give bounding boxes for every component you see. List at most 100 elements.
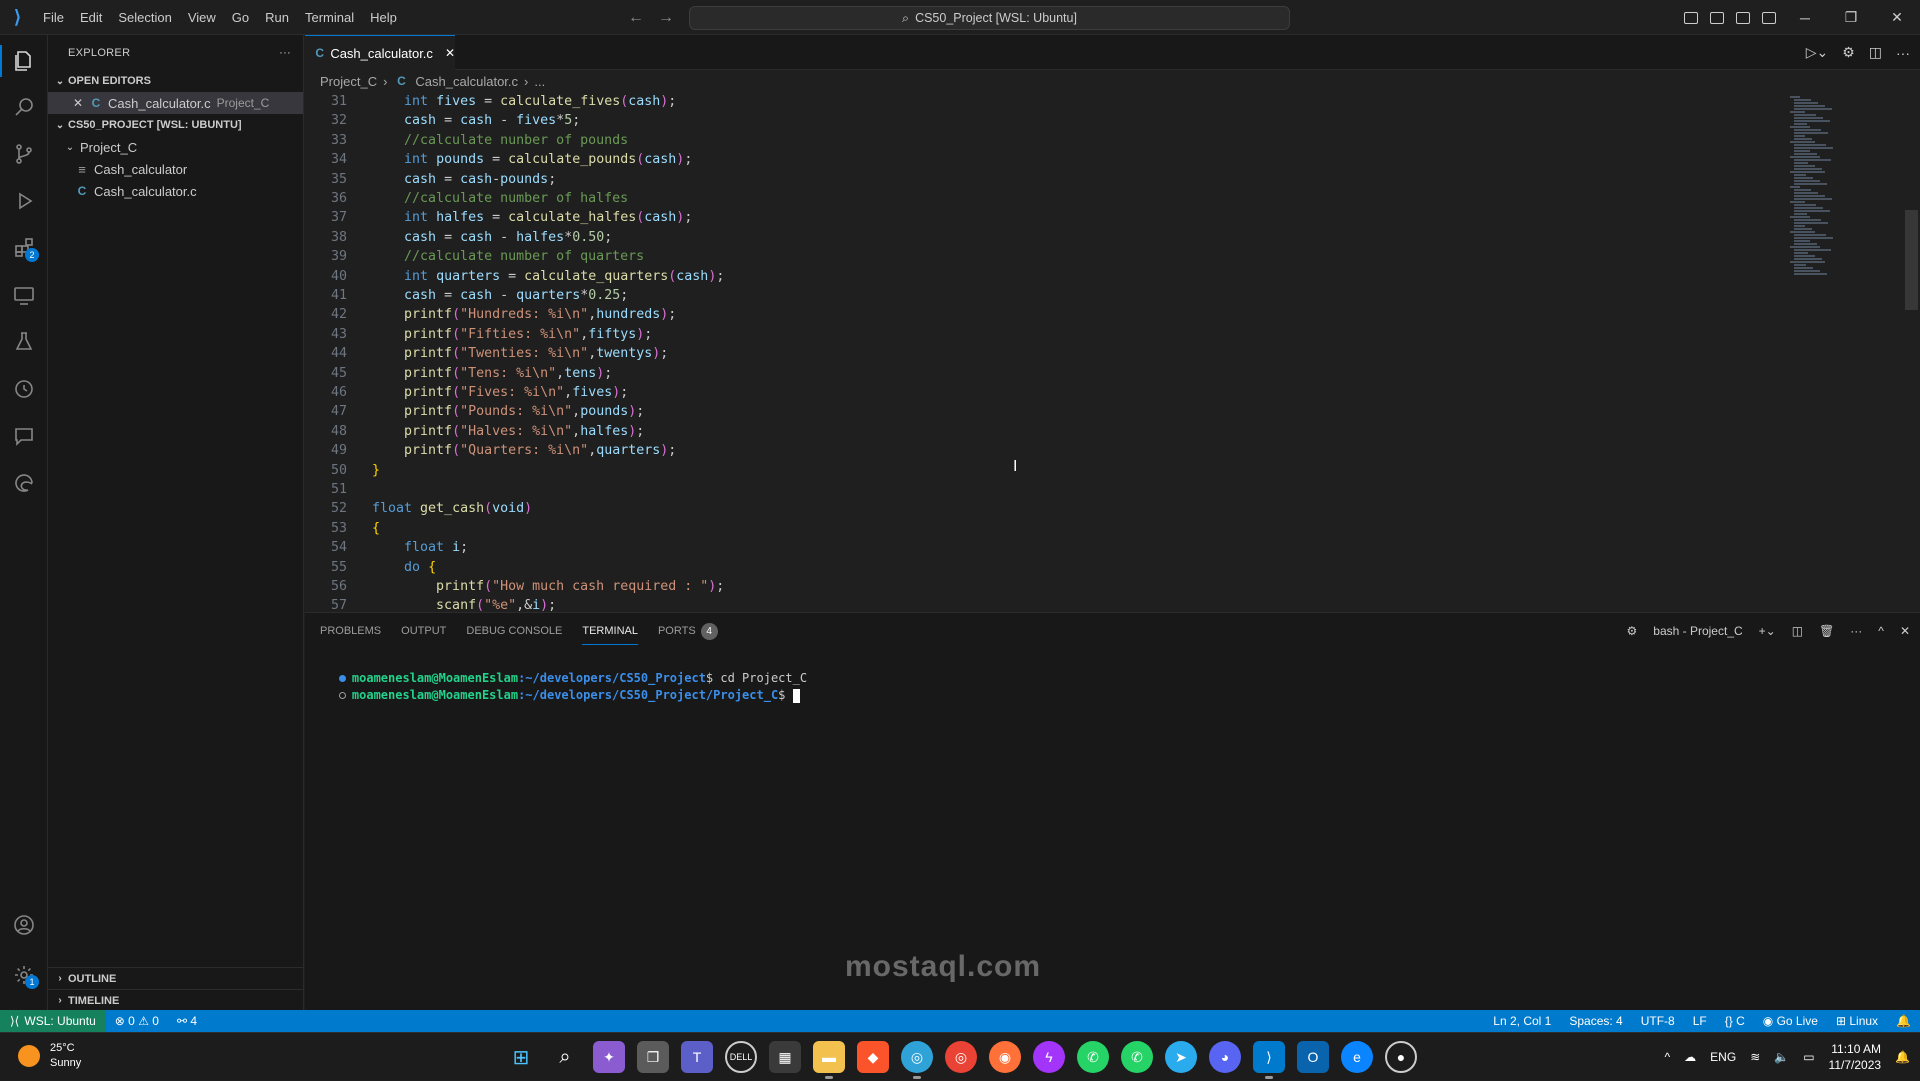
- tab-ports[interactable]: PORTS 4: [658, 613, 718, 649]
- toggle-sidebar-icon[interactable]: [1678, 0, 1704, 35]
- code-line[interactable]: 33 //calculate nunber of pounds: [305, 131, 1775, 150]
- edge-icon[interactable]: e: [1341, 1041, 1373, 1073]
- code-line[interactable]: 45 printf("Tens: %i\n",tens);: [305, 364, 1775, 383]
- code-text[interactable]: int fives = calculate_fives(cash);: [372, 92, 676, 111]
- code-line[interactable]: 37 int halfes = calculate_halfes(cash);: [305, 208, 1775, 227]
- clock[interactable]: 11:10 AM 11/7/2023: [1829, 1041, 1882, 1073]
- more-actions-icon[interactable]: ···: [1896, 45, 1910, 61]
- volume-icon[interactable]: 🔈: [1774, 1050, 1789, 1064]
- split-terminal-icon[interactable]: ◫: [1792, 624, 1803, 638]
- code-line[interactable]: 42 printf("Hundreds: %i\n",hundreds);: [305, 305, 1775, 324]
- terminal-name[interactable]: bash - Project_C: [1653, 624, 1742, 638]
- folder-project-c[interactable]: ⌄ Project_C: [48, 136, 303, 158]
- code-text[interactable]: cash = cash-pounds;: [372, 170, 556, 189]
- cursor-position[interactable]: Ln 2, Col 1: [1484, 1010, 1560, 1032]
- new-terminal-icon[interactable]: +⌄: [1759, 624, 1776, 638]
- code-text[interactable]: int quarters = calculate_quarters(cash);: [372, 267, 724, 286]
- code-line[interactable]: 36 //calculate number of halfes: [305, 189, 1775, 208]
- code-text[interactable]: printf("Fifties: %i\n",fiftys);: [372, 325, 652, 344]
- code-text[interactable]: printf("Quarters: %i\n",quarters);: [372, 441, 676, 460]
- store-icon[interactable]: ▦: [769, 1041, 801, 1073]
- breadcrumb-folder[interactable]: Project_C: [320, 74, 377, 89]
- editor-scrollbar[interactable]: [1905, 210, 1918, 310]
- code-line[interactable]: 48 printf("Halves: %i\n",halfes);: [305, 422, 1775, 441]
- code-line[interactable]: 55 do {: [305, 558, 1775, 577]
- code-line[interactable]: 31 int fives = calculate_fives(cash);: [305, 92, 1775, 111]
- close-panel-icon[interactable]: ✕: [1900, 624, 1910, 638]
- code-text[interactable]: //calculate nunber of pounds: [372, 131, 628, 150]
- code-text[interactable]: //calculate number of halfes: [372, 189, 628, 208]
- outline-section[interactable]: › OUTLINE: [48, 967, 304, 989]
- code-line[interactable]: 35 cash = cash-pounds;: [305, 170, 1775, 189]
- code-text[interactable]: int halfes = calculate_halfes(cash);: [372, 208, 692, 227]
- maximize-panel-icon[interactable]: ^: [1878, 624, 1884, 638]
- code-text[interactable]: printf("Halves: %i\n",halfes);: [372, 422, 644, 441]
- breadcrumb-symbol[interactable]: ...: [534, 74, 545, 89]
- whatsapp-beta-icon[interactable]: ✆: [1121, 1041, 1153, 1073]
- restore-icon[interactable]: ❐: [1828, 0, 1874, 35]
- code-text[interactable]: float i;: [372, 538, 468, 557]
- minimap[interactable]: [1790, 92, 1900, 612]
- menu-help[interactable]: Help: [362, 0, 405, 35]
- search-view-icon[interactable]: [0, 85, 48, 129]
- code-line[interactable]: 43 printf("Fifties: %i\n",fiftys);: [305, 325, 1775, 344]
- end-of-line[interactable]: LF: [1684, 1010, 1716, 1032]
- file-explorer-icon[interactable]: ▬: [813, 1041, 845, 1079]
- encoding[interactable]: UTF-8: [1632, 1010, 1684, 1032]
- code-line[interactable]: 38 cash = cash - halfes*0.50;: [305, 228, 1775, 247]
- file-cash-calculator[interactable]: ≡ Cash_calculator: [48, 158, 303, 180]
- terminal-line-2[interactable]: moameneslam@MoamenEslam:~/developers/CS5…: [310, 670, 800, 703]
- code-text[interactable]: scanf("%e",&i);: [372, 596, 556, 612]
- onedrive-icon[interactable]: ☁: [1684, 1050, 1696, 1064]
- code-editor[interactable]: 31 int fives = calculate_fives(cash); 32 …: [305, 92, 1775, 612]
- firefox-icon[interactable]: ◉: [989, 1041, 1021, 1073]
- breadcrumb-file[interactable]: Cash_calculator.c: [415, 74, 518, 89]
- code-text[interactable]: printf("Hundreds: %i\n",hundreds);: [372, 305, 676, 324]
- vscode-taskbar-icon[interactable]: ⟩: [1253, 1041, 1285, 1079]
- menu-go[interactable]: Go: [224, 0, 257, 35]
- menu-edit[interactable]: Edit: [72, 0, 110, 35]
- task-view-icon[interactable]: ❐: [637, 1041, 669, 1073]
- code-text[interactable]: cash = cash - fives*5;: [372, 111, 580, 130]
- workspace-section[interactable]: ⌄ CS50_PROJECT [WSL: UBUNTU]: [48, 114, 303, 136]
- menu-view[interactable]: View: [180, 0, 224, 35]
- code-text[interactable]: }: [372, 461, 380, 480]
- manage-gear-icon[interactable]: 1: [0, 953, 48, 997]
- menu-selection[interactable]: Selection: [110, 0, 179, 35]
- code-line[interactable]: 34 int pounds = calculate_pounds(cash);: [305, 150, 1775, 169]
- code-line[interactable]: 41 cash = cash - quarters*0.25;: [305, 286, 1775, 305]
- menu-file[interactable]: File: [35, 0, 72, 35]
- code-text[interactable]: cash = cash - halfes*0.50;: [372, 228, 612, 247]
- file-cash-calculator-c[interactable]: C Cash_calculator.c: [48, 180, 303, 202]
- sidebar-more-actions[interactable]: ···: [279, 47, 291, 59]
- toggle-panel-icon[interactable]: [1704, 0, 1730, 35]
- wifi-icon[interactable]: ≋: [1750, 1050, 1760, 1064]
- code-line[interactable]: 51: [305, 480, 1775, 499]
- code-text[interactable]: int pounds = calculate_pounds(cash);: [372, 150, 692, 169]
- language-mode[interactable]: {} C: [1716, 1010, 1754, 1032]
- code-text[interactable]: printf("How much cash required : ");: [372, 577, 724, 596]
- indentation[interactable]: Spaces: 4: [1560, 1010, 1631, 1032]
- source-control-icon[interactable]: [0, 132, 48, 176]
- run-debug-icon[interactable]: [0, 179, 48, 223]
- telegram-icon[interactable]: ➤: [1165, 1041, 1197, 1073]
- menu-terminal[interactable]: Terminal: [297, 0, 362, 35]
- tab-problems[interactable]: PROBLEMS: [320, 613, 381, 649]
- code-line[interactable]: 50}: [305, 461, 1775, 480]
- customize-layout-icon[interactable]: [1756, 0, 1782, 35]
- start-windows-icon[interactable]: ⊞: [505, 1041, 537, 1073]
- code-line[interactable]: 49 printf("Quarters: %i\n",quarters);: [305, 441, 1775, 460]
- code-line[interactable]: 54 float i;: [305, 538, 1775, 557]
- menu-run[interactable]: Run: [257, 0, 297, 35]
- code-text[interactable]: do {: [372, 558, 436, 577]
- brave-icon[interactable]: ◆: [857, 1041, 889, 1073]
- minimize-icon[interactable]: ─: [1782, 0, 1828, 35]
- code-line[interactable]: 47 printf("Pounds: %i\n",pounds);: [305, 402, 1775, 421]
- ports-status[interactable]: ⚯ 4: [168, 1010, 206, 1032]
- toggle-secondary-sidebar-icon[interactable]: [1730, 0, 1756, 35]
- forward-arrow-icon[interactable]: →: [658, 9, 674, 27]
- remote-indicator[interactable]: ⟩⟨ WSL: Ubuntu: [0, 1010, 106, 1032]
- settings-gear-icon[interactable]: ⚙: [1842, 44, 1855, 61]
- code-text[interactable]: printf("Fives: %i\n",fives);: [372, 383, 628, 402]
- search-icon[interactable]: ⌕: [549, 1041, 581, 1073]
